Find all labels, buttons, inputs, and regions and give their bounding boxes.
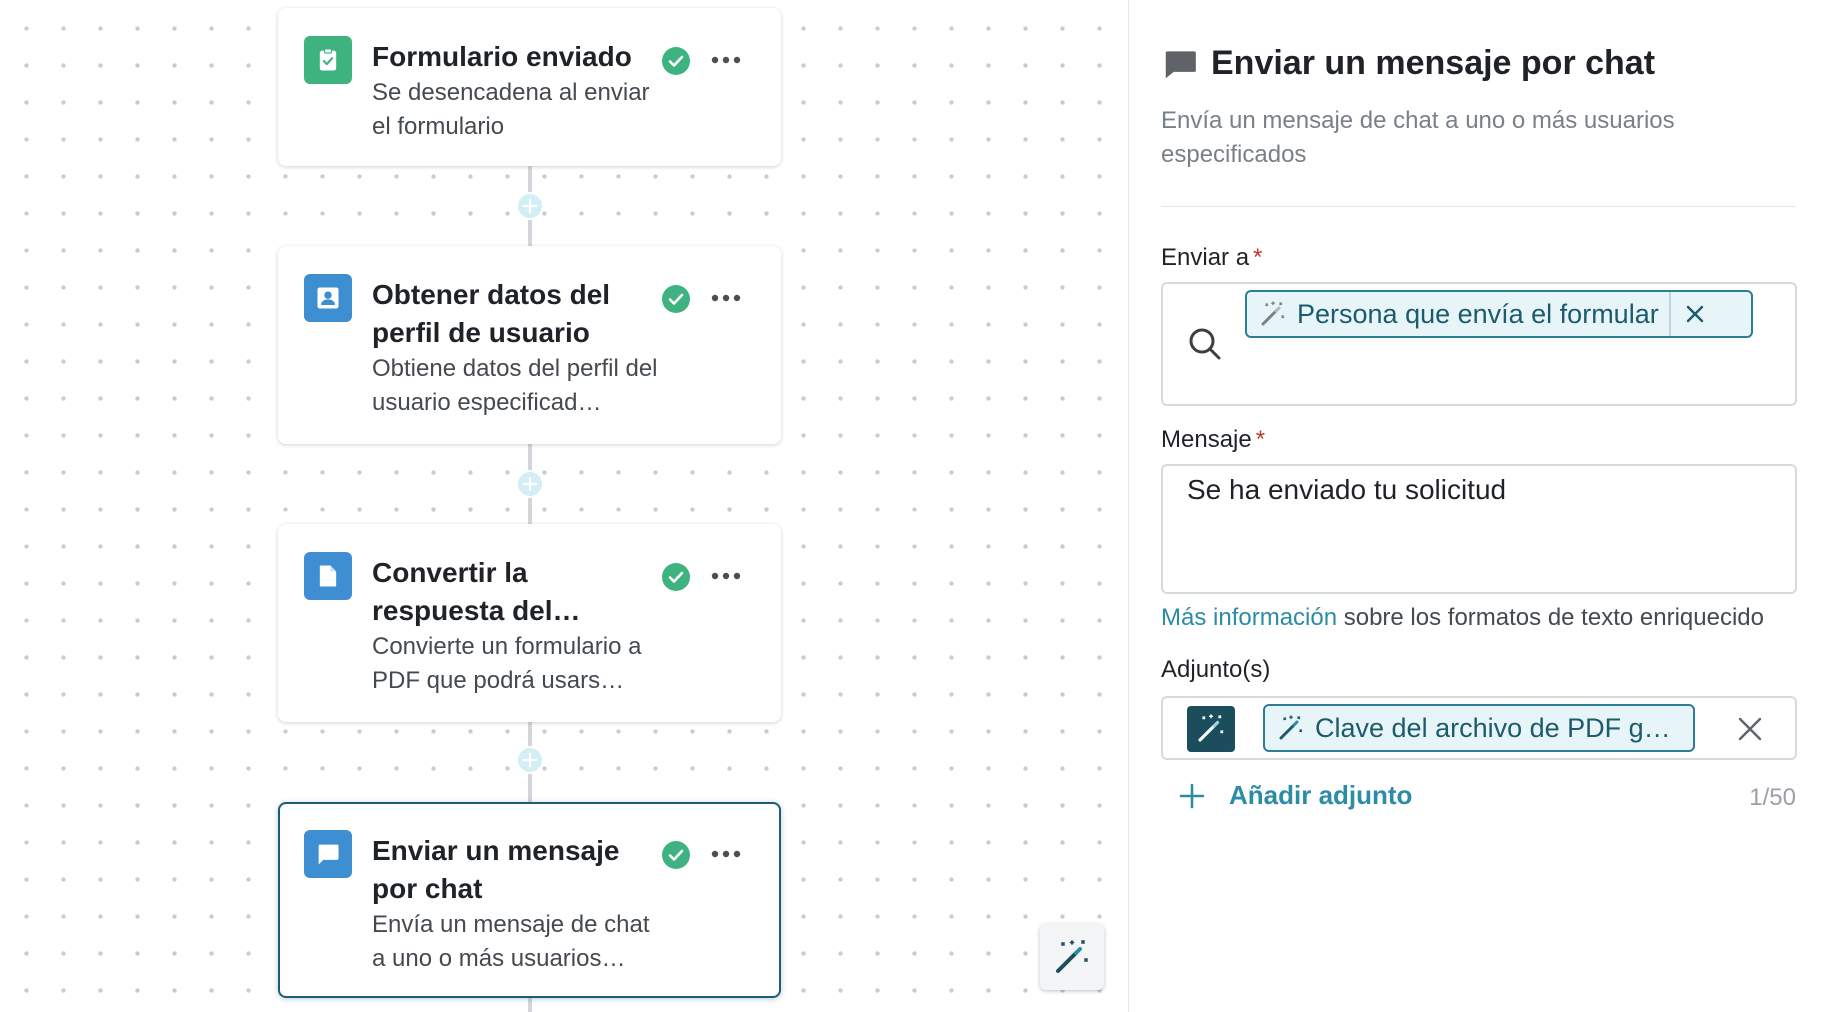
step-icon-container [304,552,352,600]
connector-line [528,998,532,1012]
attachments-label: Adjunto(s) [1161,656,1271,683]
attachment-row[interactable]: Clave del archivo de PDF g… [1161,696,1797,760]
success-check-icon [662,285,690,313]
remove-attachment-icon[interactable] [1735,714,1765,744]
attachment-chip-label: Clave del archivo de PDF g… [1315,712,1671,743]
chat-icon [1165,50,1196,78]
more-options-icon[interactable] [711,290,741,306]
plus-icon [522,476,538,492]
step-description: Obtiene datos del perfil del usuario esp… [372,355,658,416]
required-mark: * [1255,426,1266,453]
plus-icon [522,198,538,214]
step-config-panel: Enviar un mensaje por chat Envía un mens… [1128,0,1828,1012]
step-description: Convierte un formulario a PDF que podrá … [372,633,642,694]
add-step-button[interactable] [516,192,544,220]
recipient-chip-label: Persona que envía el formular [1297,298,1659,329]
close-icon [1686,305,1703,323]
message-label: Mensaje * [1161,426,1265,454]
workflow-canvas[interactable]: Formulario enviado Se desencadena al env… [0,0,1128,1012]
step-title: Enviar un mensaje por chat [372,835,620,904]
magic-wand-icon [1279,715,1303,740]
divider [1161,206,1796,207]
step-description: Envía un mensaje de chat a uno o más usu… [372,911,650,972]
panel-title: Enviar un mensaje por chat [1211,44,1656,82]
add-attachment-button[interactable]: Añadir adjunto [1179,780,1412,811]
magic-wand-icon [1261,301,1285,326]
step-icon-container [304,830,352,878]
step-card-convert-to-pdf[interactable]: Convertir la respuesta del… Convierte un… [278,524,781,722]
more-options-icon[interactable] [711,846,741,862]
panel-description: Envía un mensaje de chat a uno o más usu… [1161,107,1675,168]
message-label-text: Mensaje [1161,426,1252,453]
success-check-icon [662,563,690,591]
remove-recipient-button[interactable] [1668,292,1719,336]
document-icon [319,565,337,587]
magic-wand-icon [1056,940,1088,973]
more-options-icon[interactable] [711,52,741,68]
recipient-chip[interactable]: Persona que envía el formular [1245,290,1753,338]
step-title: Convertir la respuesta del… [372,557,581,626]
attachment-chip[interactable]: Clave del archivo de PDF g… [1263,704,1695,752]
person-icon [317,287,339,309]
search-icon [1189,328,1221,360]
rich-text-help: Más información sobre los formatos de te… [1161,604,1764,632]
add-step-button[interactable] [516,470,544,498]
required-mark: * [1253,244,1263,271]
chat-icon [318,844,339,865]
message-textarea[interactable]: Se ha enviado tu solicitud [1161,464,1797,594]
add-step-button[interactable] [516,746,544,774]
attachment-count: 1/50 [1749,784,1796,811]
step-title: Obtener datos del perfil de usuario [372,279,611,348]
send-to-label: Enviar a * [1161,244,1262,272]
magic-wand-button[interactable] [1040,924,1104,990]
success-check-icon [662,47,690,75]
more-options-icon[interactable] [711,568,741,584]
step-title: Formulario enviado [372,41,632,72]
help-text-rest: sobre los formatos de texto enriquecido [1337,604,1764,631]
add-attachment-label: Añadir adjunto [1229,780,1413,810]
attachment-type-toggle[interactable] [1187,706,1235,752]
step-card-get-user-profile[interactable]: Obtener datos del perfil de usuario Obti… [278,246,781,444]
send-to-input[interactable]: Persona que envía el formular [1161,282,1797,406]
step-card-send-chat-message[interactable]: Enviar un mensaje por chat Envía un mens… [278,802,781,998]
send-to-label-text: Enviar a [1161,244,1250,271]
step-icon-container [304,274,352,322]
plus-icon [1179,783,1205,808]
step-card-form-submitted[interactable]: Formulario enviado Se desencadena al env… [278,8,781,166]
step-description: Se desencadena al enviar el formulario [372,79,650,140]
magic-wand-icon [1198,714,1224,742]
plus-icon [522,752,538,768]
success-check-icon [662,841,690,869]
panel-header: Enviar un mensaje por chat [1161,44,1655,83]
form-check-icon [319,48,337,71]
more-info-link[interactable]: Más información [1161,604,1337,631]
step-icon-container [304,36,352,84]
